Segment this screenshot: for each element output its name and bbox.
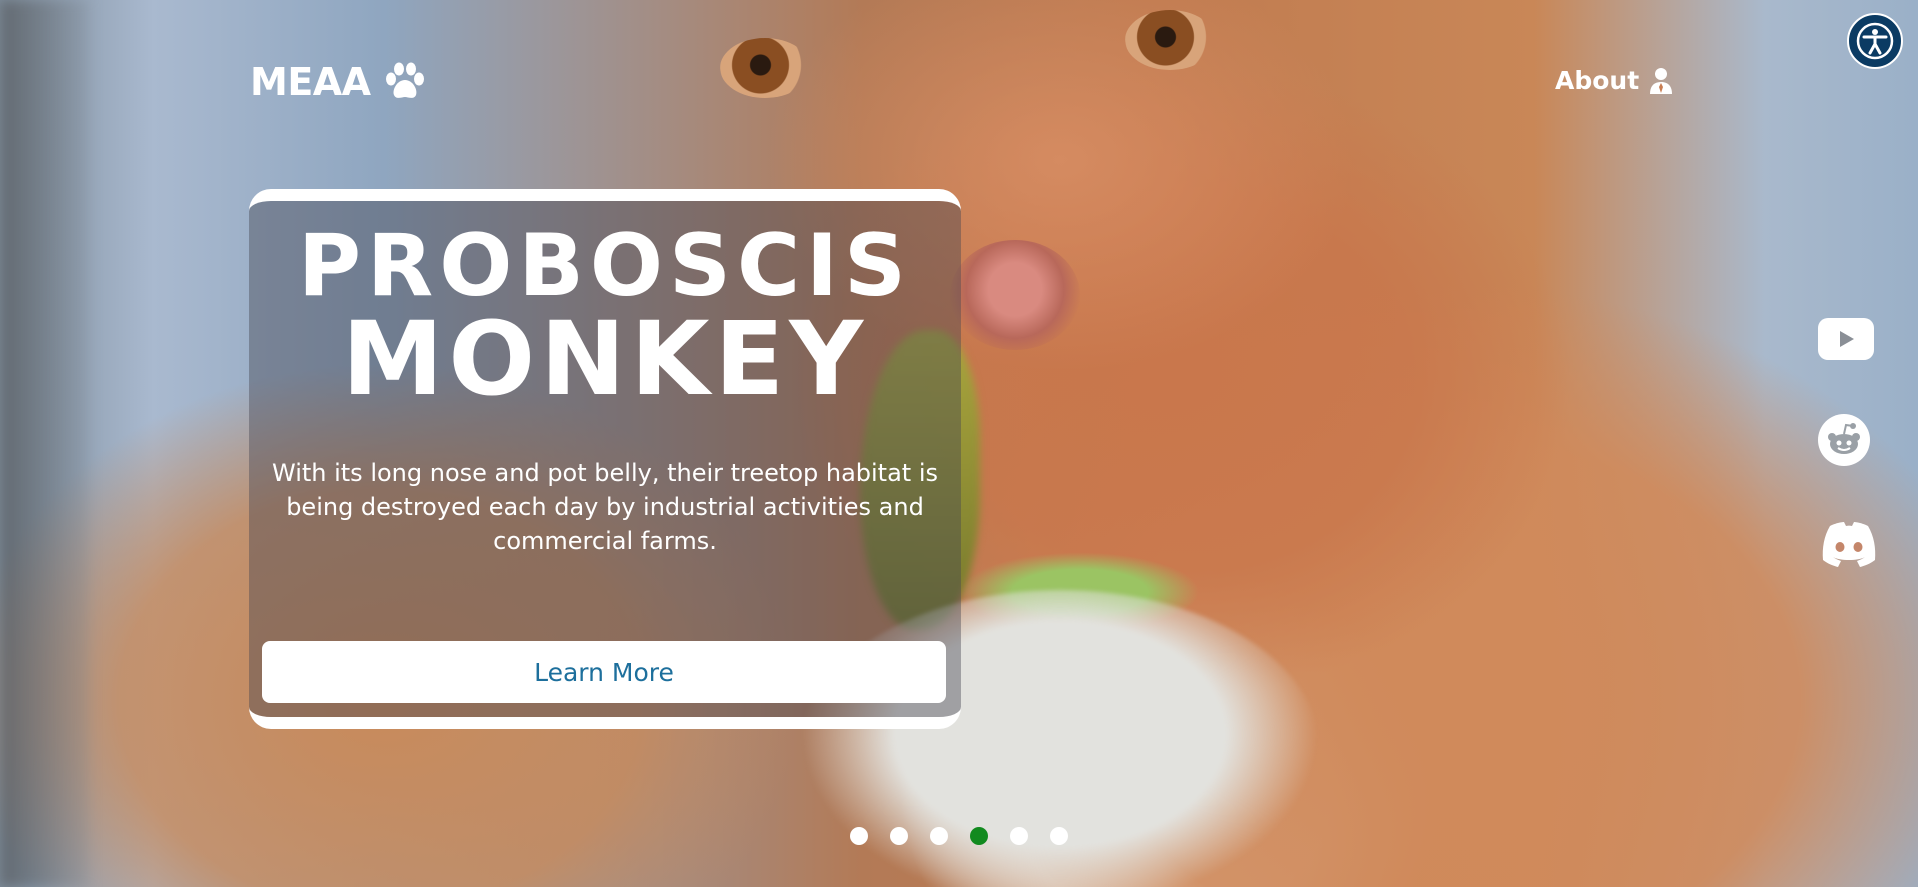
accessibility-button[interactable] — [1847, 13, 1903, 69]
about-link[interactable]: About — [1555, 66, 1673, 95]
reddit-link[interactable] — [1818, 414, 1870, 466]
accessibility-icon — [1856, 22, 1894, 60]
carousel-dot-6[interactable] — [1050, 827, 1068, 845]
hero-card: PROBOSCIS MONKEY With its long nose and … — [249, 189, 961, 729]
carousel-dot-1[interactable] — [850, 827, 868, 845]
hero-title-line2: MONKEY — [341, 300, 869, 419]
learn-more-button[interactable]: Learn More — [262, 641, 946, 703]
paw-icon — [385, 62, 424, 98]
discord-icon — [1822, 522, 1876, 567]
youtube-link[interactable] — [1818, 318, 1874, 360]
carousel-dot-2[interactable] — [890, 827, 908, 845]
hero-description: With its long nose and pot belly, their … — [271, 459, 939, 555]
discord-link[interactable] — [1818, 520, 1880, 570]
user-icon — [1650, 67, 1673, 94]
carousel-dot-5[interactable] — [1010, 827, 1028, 845]
carousel-dots — [850, 827, 1068, 845]
site-logo[interactable]: MEAA — [250, 60, 427, 104]
carousel-dot-4-active[interactable] — [970, 827, 988, 845]
carousel-dot-3[interactable] — [930, 827, 948, 845]
logo-text: MEAA — [250, 60, 371, 104]
reddit-icon — [1828, 423, 1860, 454]
hero-title-line1: PROBOSCIS — [297, 216, 912, 316]
youtube-icon — [1840, 331, 1854, 347]
about-label: About — [1555, 66, 1640, 95]
